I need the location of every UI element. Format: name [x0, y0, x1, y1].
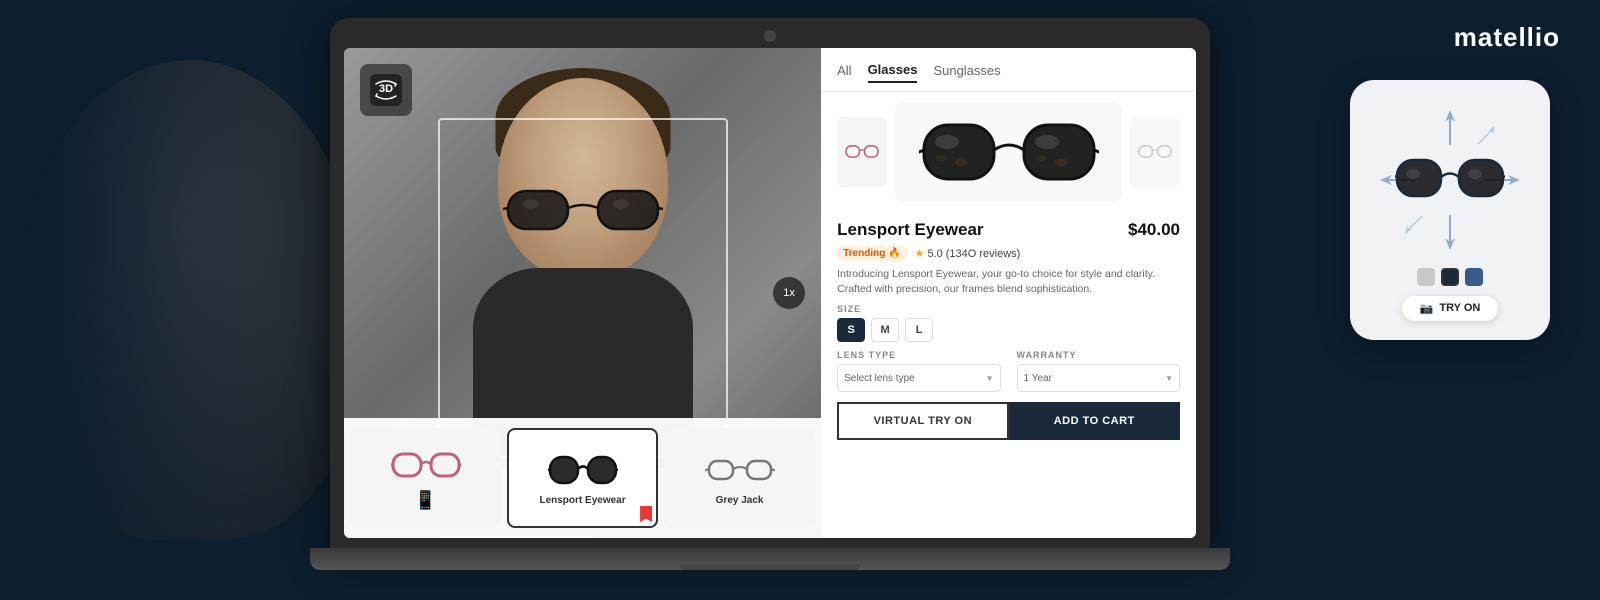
- lens-type-arrow: ▼: [986, 374, 994, 383]
- 3d-icon-button[interactable]: 3D: [360, 64, 412, 116]
- product-badges: Trending 🔥 ★ 5.0 (134O reviews): [837, 246, 1180, 261]
- 3d-icon-svg: 3D: [368, 72, 404, 108]
- options-row: LENS TYPE Select lens type ▼ WARRANTY 1 …: [837, 350, 1180, 392]
- product-title-row: Lensport Eyewear $40.00: [837, 220, 1180, 240]
- rating-value: 5.0: [927, 248, 942, 260]
- lens-type-col: LENS TYPE Select lens type ▼: [837, 350, 1000, 392]
- size-label: SIZE: [837, 304, 1180, 314]
- lens-type-label: LENS TYPE: [837, 350, 1000, 360]
- color-swatch-blue[interactable]: [1465, 268, 1483, 286]
- thumbnail-item-3[interactable]: Grey Jack: [664, 428, 815, 528]
- camera-background: 3D 1x: [344, 48, 821, 538]
- tab-glasses[interactable]: Glasses: [868, 62, 918, 83]
- laptop-body: 3D 1x: [330, 18, 1210, 548]
- add-to-cart-button[interactable]: ADD TO CART: [1009, 402, 1180, 440]
- floating-glasses-svg: [1395, 152, 1505, 207]
- product-details: Lensport Eyewear $40.00 Trending 🔥 ★ 5.0…: [821, 212, 1196, 538]
- product-main-image-svg: [919, 110, 1099, 195]
- thumb-glasses-svg-3: [705, 451, 775, 491]
- trending-badge: Trending 🔥: [837, 246, 906, 261]
- product-thumb-left-img: [844, 139, 880, 165]
- warranty-label: WARRANTY: [1017, 350, 1180, 360]
- logo-text: matellio: [1454, 22, 1560, 52]
- thumb-glasses-svg-2: [548, 451, 618, 491]
- floating-glasses-container: [1370, 100, 1530, 260]
- thumb-glasses-svg-1: [391, 446, 461, 486]
- color-swatch-dark[interactable]: [1441, 268, 1459, 286]
- warranty-select[interactable]: 1 Year ▼: [1017, 364, 1180, 392]
- thumbnail-item-2[interactable]: Lensport Eyewear: [507, 428, 658, 528]
- laptop-container: 3D 1x: [310, 18, 1230, 588]
- warranty-col: WARRANTY 1 Year ▼: [1017, 350, 1180, 392]
- product-description: Introducing Lensport Eyewear, your go-to…: [837, 267, 1180, 296]
- product-panel: All Glasses Sunglasses: [821, 48, 1196, 538]
- virtual-try-on-button[interactable]: VIRTUAL TRY ON: [837, 402, 1008, 440]
- product-thumb-left[interactable]: [837, 117, 887, 187]
- svg-text:3D: 3D: [379, 83, 393, 95]
- warranty-value: 1 Year: [1024, 373, 1052, 384]
- action-buttons: VIRTUAL TRY ON ADD TO CART: [837, 402, 1180, 440]
- thumbnail-item-1[interactable]: 📱: [350, 428, 501, 528]
- product-thumb-right-img: [1137, 139, 1173, 165]
- lens-type-placeholder: Select lens type: [844, 373, 915, 384]
- camera-panel: 3D 1x: [344, 48, 821, 538]
- thumb-phone-icon: 📱: [414, 490, 436, 511]
- laptop-camera: [764, 30, 776, 42]
- zoom-indicator[interactable]: 1x: [773, 277, 805, 309]
- thumb-label-3: Grey Jack: [716, 495, 764, 506]
- tab-all[interactable]: All: [837, 63, 851, 82]
- laptop-base: [310, 548, 1230, 570]
- product-thumb-right[interactable]: [1130, 117, 1180, 187]
- laptop-screen: 3D 1x: [344, 48, 1196, 538]
- size-btn-l[interactable]: L: [905, 318, 933, 342]
- floating-3d-card: 📷 TRY ON: [1350, 80, 1550, 340]
- color-swatch-grey[interactable]: [1417, 268, 1435, 286]
- thumb-bookmark: [640, 506, 652, 522]
- product-name: Lensport Eyewear: [837, 220, 983, 240]
- try-on-button[interactable]: 📷 TRY ON: [1402, 296, 1499, 321]
- thumbnail-bar: 📱 Lensport Eyewear: [344, 418, 821, 538]
- size-section: SIZE S M L: [837, 304, 1180, 342]
- product-price: $40.00: [1128, 220, 1180, 240]
- brand-logo: matellio: [1454, 22, 1560, 53]
- size-btn-m[interactable]: M: [871, 318, 899, 342]
- camera-icon: 📷: [1420, 302, 1434, 315]
- size-buttons: S M L: [837, 318, 1180, 342]
- face-detection-box: [438, 118, 728, 458]
- tab-sunglasses[interactable]: Sunglasses: [933, 63, 1000, 82]
- lens-type-select[interactable]: Select lens type ▼: [837, 364, 1000, 392]
- rating-badge: ★ 5.0 (134O reviews): [915, 247, 1021, 260]
- size-btn-s[interactable]: S: [837, 318, 865, 342]
- color-swatches: [1417, 268, 1483, 286]
- zoom-label: 1x: [783, 287, 795, 299]
- category-tabs: All Glasses Sunglasses: [821, 48, 1196, 92]
- product-main-image[interactable]: [895, 102, 1122, 202]
- review-count: (134O reviews): [946, 248, 1021, 260]
- thumb-label-2: Lensport Eyewear: [539, 495, 625, 506]
- star-icon: ★: [915, 247, 925, 260]
- try-on-label: TRY ON: [1439, 302, 1480, 314]
- warranty-arrow: ▼: [1165, 374, 1173, 383]
- product-images-area: [821, 92, 1196, 212]
